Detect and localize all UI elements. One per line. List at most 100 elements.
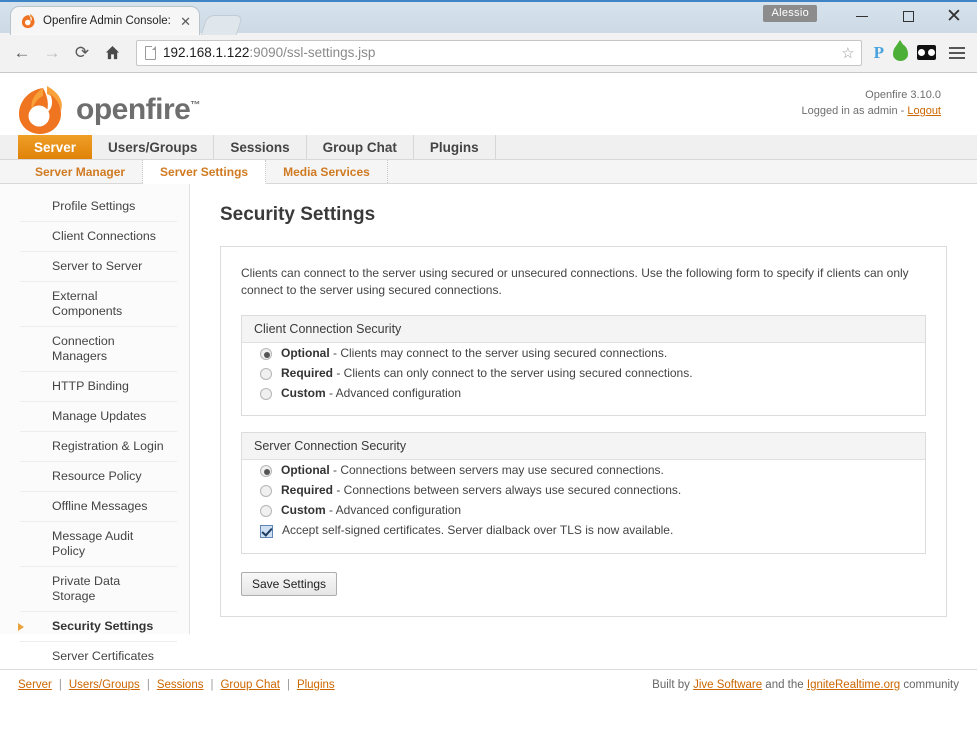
radio-client-custom[interactable]: [260, 388, 272, 400]
browser-tab-active[interactable]: Openfire Admin Console: ✕: [10, 6, 200, 35]
sidebar-item-message-audit-policy[interactable]: Message Audit Policy: [20, 522, 177, 567]
eyes-extension-icon[interactable]: [917, 45, 936, 60]
tab-sessions[interactable]: Sessions: [214, 135, 306, 159]
footer-sep-1: |: [52, 679, 69, 691]
tab-users-groups[interactable]: Users/Groups: [92, 135, 214, 159]
browser-tab-title: Openfire Admin Console:: [43, 15, 174, 27]
window-controls: ✕: [839, 2, 977, 30]
sidebar-item-server-certificates[interactable]: Server Certificates: [20, 642, 177, 672]
sidebar-item-offline-messages[interactable]: Offline Messages: [20, 492, 177, 522]
home-icon[interactable]: [98, 39, 126, 67]
url-host: 192.168.1.122: [163, 45, 249, 60]
new-tab-button[interactable]: [201, 15, 243, 35]
close-window-button[interactable]: ✕: [931, 2, 977, 30]
browser-profile-user-label[interactable]: Alessio: [763, 5, 817, 22]
logout-link[interactable]: Logout: [907, 105, 941, 117]
radio-server-optional[interactable]: [260, 465, 272, 477]
built-by-text: Built by: [652, 679, 693, 691]
server-option-optional[interactable]: Optional - Connections between servers m…: [242, 460, 925, 480]
logged-in-line: Logged in as admin - Logout: [802, 103, 941, 119]
trademark-mark: ™: [190, 100, 200, 111]
checkbox-accept-self-signed[interactable]: [260, 525, 273, 538]
footer-link-users-groups[interactable]: Users/Groups: [69, 679, 140, 691]
subtab-server-manager[interactable]: Server Manager: [18, 160, 143, 183]
radio-client-optional[interactable]: [260, 348, 272, 360]
section-spacer: [241, 416, 926, 432]
sidebar-item-private-data-storage[interactable]: Private Data Storage: [20, 567, 177, 612]
tab-close-icon[interactable]: ✕: [180, 15, 191, 28]
page-document-icon: [145, 46, 156, 60]
bookmark-star-icon[interactable]: ☆: [841, 44, 854, 62]
subtab-media-services[interactable]: Media Services: [266, 160, 388, 183]
green-droplet-extension-icon[interactable]: [893, 44, 908, 61]
footer-link-server[interactable]: Server: [18, 679, 52, 691]
tab-group-chat[interactable]: Group Chat: [307, 135, 414, 159]
sidebar-item-security-settings[interactable]: Security Settings: [20, 612, 177, 642]
sidebar-item-profile-settings[interactable]: Profile Settings: [20, 192, 177, 222]
subtab-server-settings[interactable]: Server Settings: [143, 160, 266, 184]
accept-self-signed-label: Accept self-signed certificates. Server …: [282, 523, 673, 537]
main-tab-bar: Server Users/Groups Sessions Group Chat …: [0, 135, 977, 160]
intro-text: Clients can connect to the server using …: [241, 265, 926, 299]
server-option-custom[interactable]: Custom - Advanced configuration: [242, 500, 925, 520]
sidebar-item-registration-login[interactable]: Registration & Login: [20, 432, 177, 462]
browser-menu-icon[interactable]: [949, 47, 965, 59]
footer-link-group-chat[interactable]: Group Chat: [220, 679, 279, 691]
footer-links: Server|Users/Groups|Sessions|Group Chat|…: [18, 679, 335, 691]
sidebar-item-external-components[interactable]: External Components: [20, 282, 177, 327]
ignite-realtime-link[interactable]: IgniteRealtime.org: [807, 679, 900, 691]
minimize-button[interactable]: [839, 2, 885, 30]
forward-icon[interactable]: →: [38, 39, 66, 67]
server-option-required[interactable]: Required - Connections between servers a…: [242, 480, 925, 500]
client-option-required[interactable]: Required - Clients can only connect to t…: [242, 363, 925, 383]
jive-software-link[interactable]: Jive Software: [693, 679, 762, 691]
sidebar-item-client-connections[interactable]: Client Connections: [20, 222, 177, 252]
client-option-custom[interactable]: Custom - Advanced configuration: [242, 383, 925, 403]
main-content: Security Settings Clients can connect to…: [190, 184, 977, 634]
url-text: 192.168.1.122:9090/ssl-settings.jsp: [163, 45, 375, 60]
footer-link-sessions[interactable]: Sessions: [157, 679, 204, 691]
page-footer: Server|Users/Groups|Sessions|Group Chat|…: [0, 669, 977, 717]
header-account-info: Openfire 3.10.0 Logged in as admin - Log…: [802, 87, 941, 119]
sidebar-item-manage-updates[interactable]: Manage Updates: [20, 402, 177, 432]
client-connection-security-fieldset: Client Connection Security Optional - Cl…: [241, 315, 926, 416]
sub-tab-bar: Server Manager Server Settings Media Ser…: [0, 160, 977, 184]
footer-credits: Built by Jive Software and the IgniteRea…: [652, 679, 959, 691]
sidebar-item-resource-policy[interactable]: Resource Policy: [20, 462, 177, 492]
tab-plugins[interactable]: Plugins: [414, 135, 496, 159]
maximize-button[interactable]: [885, 2, 931, 30]
footer-sep-3: |: [203, 679, 220, 691]
pocket-extension-icon[interactable]: P: [874, 43, 884, 63]
save-settings-button[interactable]: Save Settings: [241, 572, 337, 596]
server-connection-security-fieldset: Server Connection Security Optional - Co…: [241, 432, 926, 554]
built-middle-text: and the: [762, 679, 807, 691]
footer-link-plugins[interactable]: Plugins: [297, 679, 335, 691]
sidebar-nav: Profile Settings Client Connections Serv…: [0, 184, 190, 634]
openfire-flame-icon: [16, 85, 68, 135]
settings-panel: Clients can connect to the server using …: [220, 246, 947, 617]
sidebar-item-connection-managers[interactable]: Connection Managers: [20, 327, 177, 372]
footer-sep-4: |: [280, 679, 297, 691]
page-viewport: openfire™ Openfire 3.10.0 Logged in as a…: [0, 73, 977, 717]
openfire-header: openfire™ Openfire 3.10.0 Logged in as a…: [0, 73, 977, 135]
client-option-optional[interactable]: Optional - Clients may connect to the se…: [242, 343, 925, 363]
back-icon[interactable]: ←: [8, 39, 36, 67]
radio-client-required[interactable]: [260, 368, 272, 380]
page-body: Profile Settings Client Connections Serv…: [0, 184, 977, 634]
version-label: Openfire 3.10.0: [802, 87, 941, 103]
reload-icon[interactable]: ⟳: [68, 39, 96, 67]
browser-window: Openfire Admin Console: ✕ Alessio ✕ ← → …: [0, 0, 977, 734]
sidebar-item-http-binding[interactable]: HTTP Binding: [20, 372, 177, 402]
address-bar[interactable]: 192.168.1.122:9090/ssl-settings.jsp ☆: [136, 40, 862, 66]
tab-server[interactable]: Server: [18, 135, 92, 159]
client-custom-label: Custom - Advanced configuration: [281, 386, 461, 400]
server-required-label: Required - Connections between servers a…: [281, 483, 681, 497]
server-self-signed-row[interactable]: Accept self-signed certificates. Server …: [242, 520, 925, 541]
sidebar-item-server-to-server[interactable]: Server to Server: [20, 252, 177, 282]
radio-server-custom[interactable]: [260, 505, 272, 517]
logged-in-text: Logged in as admin -: [802, 105, 908, 117]
server-custom-label: Custom - Advanced configuration: [281, 503, 461, 517]
radio-server-required[interactable]: [260, 485, 272, 497]
browser-toolbar: ← → ⟳ 192.168.1.122:9090/ssl-settings.js…: [0, 33, 977, 73]
built-suffix-text: community: [900, 679, 959, 691]
